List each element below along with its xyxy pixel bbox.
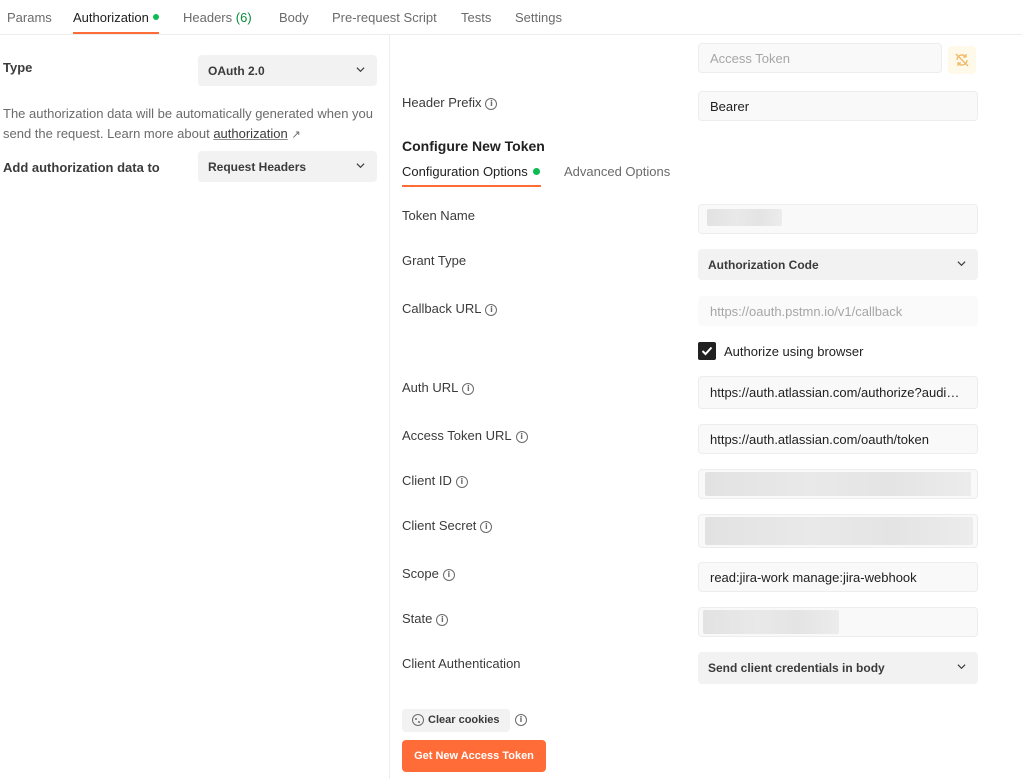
client-secret-label-text: Client Secret [402, 518, 477, 533]
state-label-text: State [402, 611, 433, 626]
tab-settings[interactable]: Settings [515, 10, 562, 25]
scope-input[interactable]: read:jira-work manage:jira-webhook [698, 562, 978, 592]
active-tab-indicator [73, 32, 159, 34]
type-label: Type [3, 60, 33, 75]
active-subtab-indicator [402, 185, 541, 187]
auth-description-text: The authorization data will be automatic… [3, 106, 374, 141]
callback-url-label: Callback URL i [402, 301, 498, 316]
tab-configuration-options-label: Configuration Options [402, 164, 528, 179]
auth-description: The authorization data will be automatic… [3, 104, 383, 145]
auth-status-dot [152, 13, 159, 20]
info-icon[interactable]: i [462, 383, 475, 395]
grant-type-label: Grant Type [402, 253, 467, 268]
tab-authorization-label: Authorization [73, 10, 149, 25]
redacted-value [705, 472, 971, 496]
grant-type-select[interactable]: Authorization Code [698, 249, 978, 280]
auth-type-value: OAuth 2.0 [208, 64, 265, 78]
client-auth-value: Send client credentials in body [708, 661, 885, 675]
get-new-access-token-button[interactable]: Get New Access Token [402, 740, 546, 772]
info-icon[interactable]: i [455, 476, 468, 488]
config-status-dot [532, 168, 540, 176]
info-icon[interactable]: i [485, 98, 498, 110]
callback-url-label-text: Callback URL [402, 301, 482, 316]
scope-label-text: Scope [402, 566, 439, 581]
access-token-url-label: Access Token URL i [402, 428, 528, 443]
request-tabs: Params Authorization Headers (6) Body Pr… [0, 0, 1022, 35]
configure-token-heading: Configure New Token [402, 138, 545, 154]
auth-url-input[interactable]: https://auth.atlassian.com/authorize?aud… [698, 376, 978, 409]
add-auth-to-label: Add authorization data to [3, 160, 160, 175]
clear-cookies-label: Clear cookies [428, 714, 500, 726]
chevron-down-icon [356, 67, 365, 73]
auth-url-label: Auth URL i [402, 380, 475, 395]
info-icon[interactable]: i [442, 569, 455, 581]
authorize-browser-label: Authorize using browser [724, 344, 864, 359]
tab-body[interactable]: Body [279, 10, 309, 25]
state-label: State i [402, 611, 449, 626]
client-id-input[interactable] [698, 469, 978, 499]
token-name-input[interactable] [698, 204, 978, 234]
scope-label: Scope i [402, 566, 455, 581]
tab-tests[interactable]: Tests [461, 10, 491, 25]
checkmark-icon [701, 346, 713, 356]
client-id-label-text: Client ID [402, 473, 452, 488]
token-name-label: Token Name [402, 208, 475, 223]
info-icon[interactable]: i [480, 521, 493, 533]
access-token-url-label-text: Access Token URL [402, 428, 512, 443]
tab-headers[interactable]: Headers (6) [183, 10, 252, 25]
client-secret-label: Client Secret i [402, 518, 493, 533]
sync-token-button[interactable] [948, 46, 976, 74]
clear-cookies-button[interactable]: Clear cookies [402, 709, 510, 732]
header-prefix-label-text: Header Prefix [402, 95, 482, 110]
auth-url-label-text: Auth URL [402, 380, 459, 395]
info-icon[interactable]: i [515, 431, 528, 443]
info-icon[interactable]: i [515, 714, 527, 726]
headers-count-badge: (6) [235, 10, 252, 25]
access-token-input[interactable]: Access Token [698, 43, 942, 73]
tab-configuration-options[interactable]: Configuration Options [402, 164, 540, 179]
state-input[interactable] [698, 607, 978, 637]
auth-type-select[interactable]: OAuth 2.0 [198, 55, 377, 86]
redacted-value [705, 517, 973, 545]
sync-off-icon [955, 53, 969, 67]
redacted-value [703, 610, 839, 634]
chevron-down-icon [957, 664, 966, 670]
tab-params[interactable]: Params [7, 10, 52, 25]
cookie-icon [412, 714, 424, 726]
header-prefix-label: Header Prefix i [402, 95, 498, 110]
tab-headers-label: Headers [183, 10, 233, 25]
add-auth-to-value: Request Headers [208, 160, 307, 174]
callback-url-input: https://oauth.pstmn.io/v1/callback [698, 296, 978, 326]
authorize-browser-checkbox[interactable] [698, 342, 716, 360]
external-link-icon: ↗ [291, 129, 301, 141]
chevron-down-icon [356, 163, 365, 169]
tab-pre-request-script[interactable]: Pre-request Script [332, 10, 437, 25]
client-secret-input[interactable] [698, 514, 978, 548]
info-icon[interactable]: i [436, 614, 449, 626]
client-auth-label: Client Authentication [402, 656, 521, 671]
redacted-value [707, 209, 782, 226]
client-id-label: Client ID i [402, 473, 468, 488]
tab-advanced-options[interactable]: Advanced Options [564, 164, 670, 179]
add-auth-to-select[interactable]: Request Headers [198, 151, 377, 182]
panel-divider [389, 35, 390, 779]
client-auth-select[interactable]: Send client credentials in body [698, 652, 978, 684]
chevron-down-icon [957, 261, 966, 267]
tab-authorization[interactable]: Authorization [73, 10, 159, 25]
info-icon[interactable]: i [485, 304, 498, 316]
access-token-url-input[interactable]: https://auth.atlassian.com/oauth/token [698, 424, 978, 454]
header-prefix-input[interactable]: Bearer [698, 91, 978, 121]
grant-type-value: Authorization Code [708, 258, 819, 272]
authorization-link[interactable]: authorization [213, 126, 287, 141]
